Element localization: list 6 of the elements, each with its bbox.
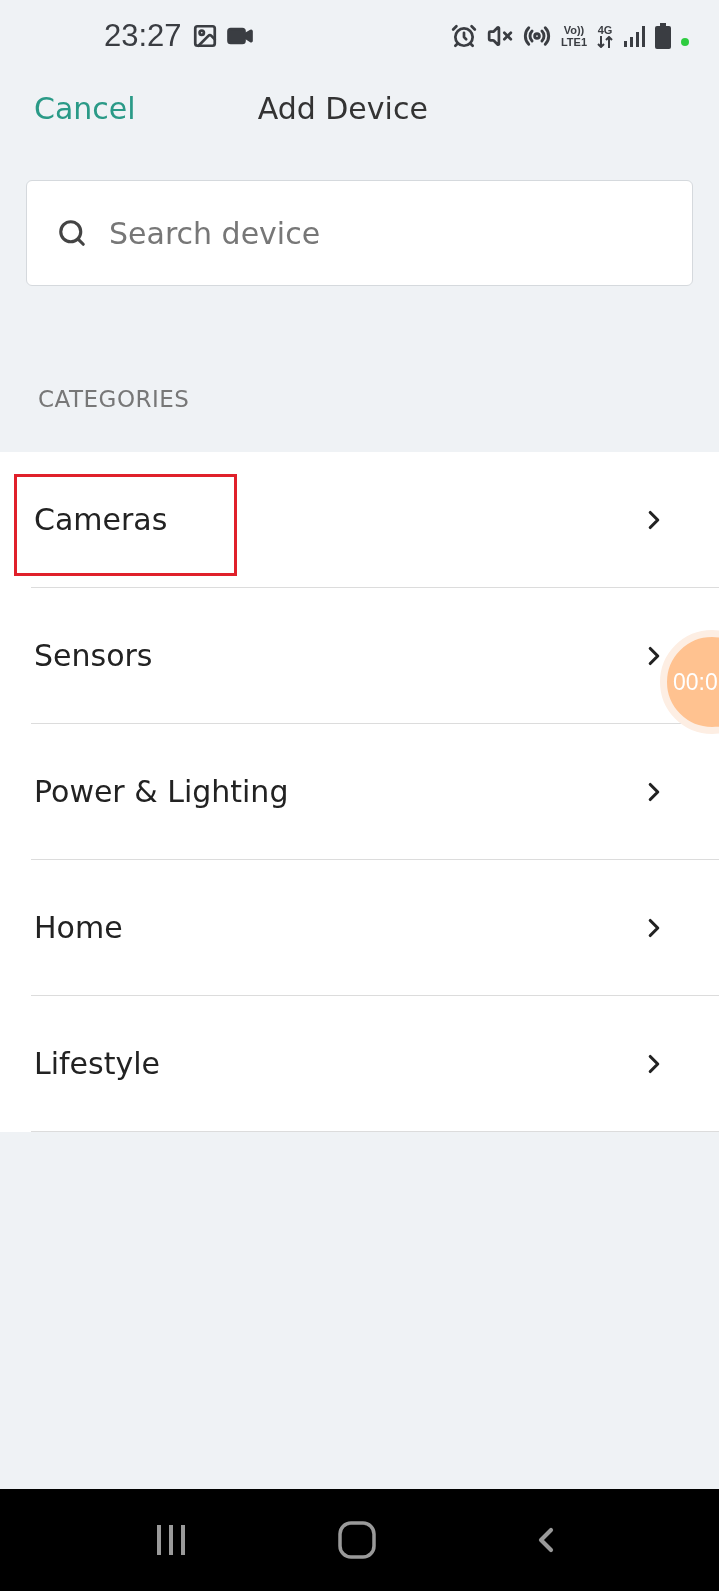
network-label: 4G: [597, 24, 613, 36]
volte-label: Vo)): [563, 24, 585, 36]
lte-label: LTE1: [560, 36, 587, 48]
section-title: CATEGORIES: [37, 385, 191, 414]
page-title: Add Device: [257, 90, 428, 126]
status-time: 23:27: [104, 18, 182, 54]
